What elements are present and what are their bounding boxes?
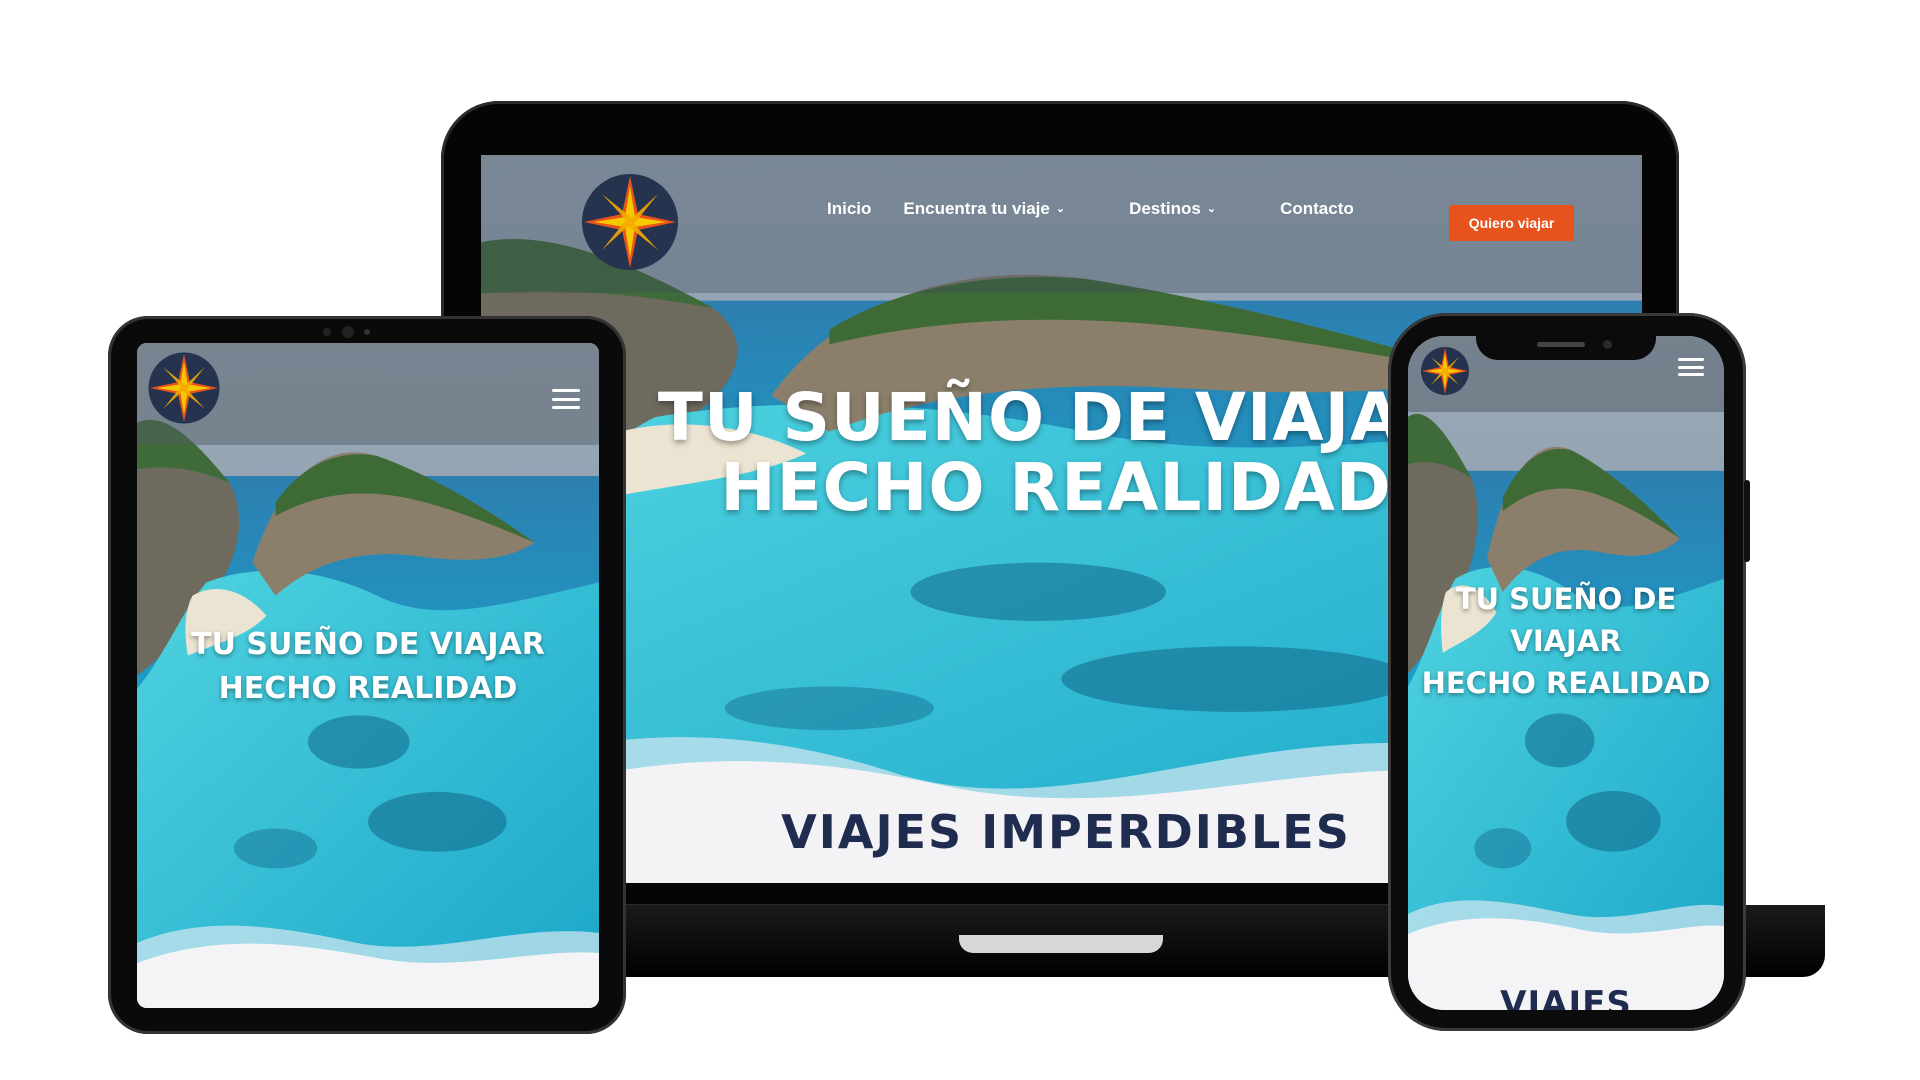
- tablet-wave-divider: [137, 925, 599, 1008]
- hamburger-menu-icon[interactable]: [1678, 358, 1704, 376]
- nav-item-destinos[interactable]: Destinos ⌄: [1129, 199, 1248, 219]
- nav-item-contacto[interactable]: Contacto: [1280, 199, 1354, 219]
- site-logo[interactable]: [147, 351, 221, 425]
- hamburger-menu-icon[interactable]: [552, 389, 580, 409]
- nav-item-label: Encuentra tu viaje: [903, 199, 1050, 218]
- hero-line-1: TU SUEÑO DE: [1455, 582, 1677, 616]
- hero-line-2: HECHO REALIDAD: [218, 671, 518, 706]
- desktop-hero-headline: TU SUEÑO DE VIAJAR HECHO REALIDAD: [591, 383, 1521, 523]
- desktop-main-nav: Inicio Encuentra tu viaje ⌄ Destinos ⌄ Con…: [827, 199, 1386, 219]
- hero-line-3: HECHO REALIDAD: [1421, 666, 1711, 700]
- phone-notch: [1476, 322, 1656, 360]
- section-title: VIAJES IMPERDIBLES: [781, 805, 1351, 859]
- tablet-sensor: [364, 329, 370, 335]
- hero-line-1: TU SUEÑO DE VIAJAR: [191, 627, 545, 662]
- phone-camera: [1603, 340, 1612, 349]
- tablet-hero-headline: TU SUEÑO DE VIAJAR HECHO REALIDAD: [137, 623, 599, 711]
- laptop-trackpad-notch: [959, 935, 1163, 953]
- nav-item-inicio[interactable]: Inicio: [827, 199, 871, 219]
- site-logo[interactable]: [1420, 346, 1470, 396]
- site-logo[interactable]: [580, 172, 680, 272]
- hero-line-2: VIAJAR: [1510, 624, 1622, 658]
- nav-item-label: Destinos: [1129, 199, 1201, 218]
- nav-item-encuentra-tu-viaje[interactable]: Encuentra tu viaje ⌄: [903, 199, 1097, 219]
- tablet-camera: [342, 326, 354, 338]
- hero-line-1: TU SUEÑO DE VIAJAR: [657, 379, 1455, 456]
- quiero-viajar-button[interactable]: Quiero viajar: [1449, 205, 1574, 241]
- chevron-down-icon: ⌄: [1206, 203, 1217, 215]
- chevron-down-icon: ⌄: [1055, 203, 1066, 215]
- mobile-hero-headline: TU SUEÑO DE VIAJAR HECHO REALIDAD: [1408, 578, 1724, 704]
- section-title: VIAJES: [1500, 984, 1632, 1010]
- phone-speaker: [1537, 342, 1585, 347]
- phone-side-button: [1744, 480, 1750, 562]
- hero-line-2: HECHO REALIDAD: [720, 449, 1392, 526]
- mobile-viewport: TU SUEÑO DE VIAJAR HECHO REALIDAD VIAJES: [1408, 336, 1724, 1010]
- tablet-viewport: TU SUEÑO DE VIAJAR HECHO REALIDAD: [137, 343, 599, 1008]
- tablet-sensor: [323, 328, 331, 336]
